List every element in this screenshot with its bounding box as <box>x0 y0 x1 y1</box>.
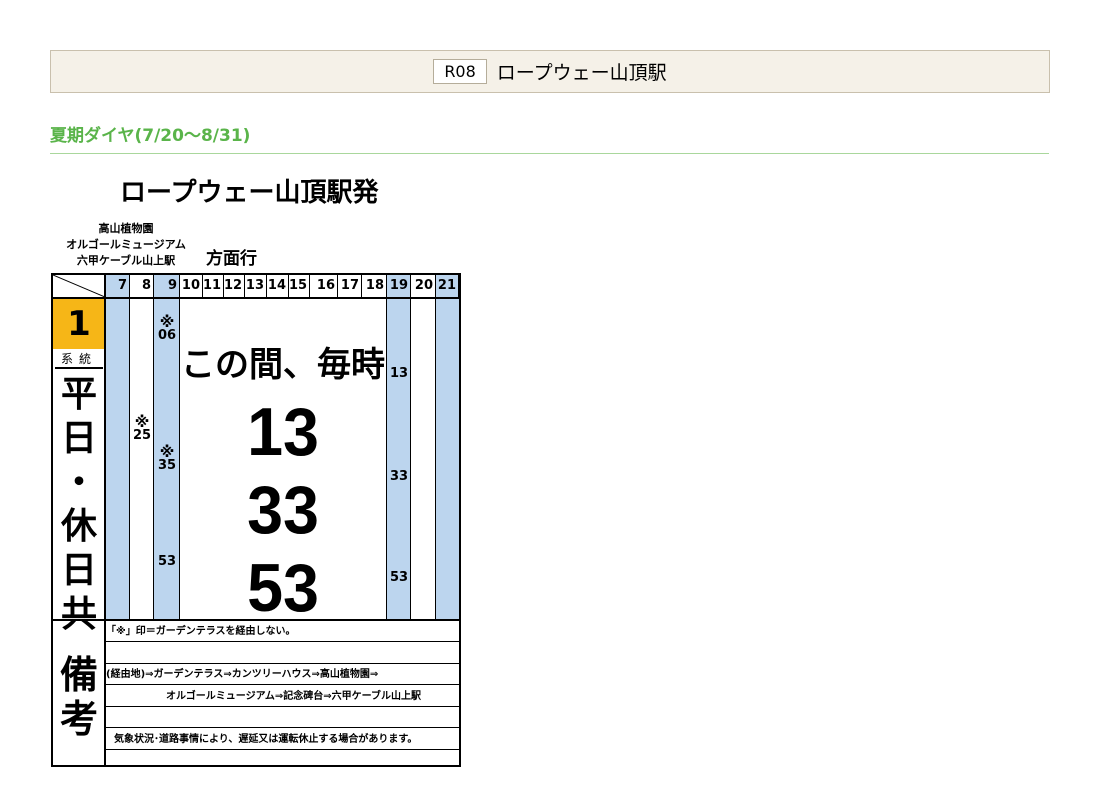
direction-suffix: 方面行 <box>206 249 257 269</box>
remark-line <box>106 643 461 664</box>
remarks-title: 備考 <box>53 621 105 767</box>
bypass-mark: ※ <box>159 443 175 461</box>
departure-minute: 53 <box>157 554 177 569</box>
hour-header-21: 21 <box>436 275 459 297</box>
hour-header-13: 13 <box>245 275 267 297</box>
via-stop: 高山植物園 <box>98 222 154 235</box>
hour-header-20: 20 <box>411 275 436 297</box>
header-corner-diagonal <box>53 275 105 297</box>
hour-header-15: 15 <box>289 275 310 297</box>
day-type-char: 平 <box>60 374 97 415</box>
remarks-title-char: 考 <box>59 697 98 741</box>
departure-19-13: 13 <box>387 367 411 381</box>
hour-header-16: 16 <box>310 275 338 297</box>
departure-19-53: 53 <box>387 571 411 585</box>
departure-19-33: 33 <box>387 470 411 484</box>
hour-header-9: 9 <box>154 275 180 297</box>
departure-9-06: ※ 06 <box>155 315 179 343</box>
highlight-column-7 <box>105 299 130 619</box>
station-header: R08 ロープウェー山頂駅 <box>50 50 1050 93</box>
hourly-minute: 13 <box>247 394 319 470</box>
remark-line: 気象状況･道路事情により、遅延又は運転休止する場合があります。 <box>106 729 461 750</box>
hourly-minute: 33 <box>247 472 319 548</box>
bypass-mark: ※ <box>134 413 150 431</box>
remark-line: オルゴールミュージアム⇒記念碑台⇒六甲ケーブル山上駅 <box>106 686 461 707</box>
hourly-minute: 53 <box>247 550 319 626</box>
day-type-label: 平日・休日共 <box>53 373 105 637</box>
column-rule-7 <box>129 297 130 619</box>
timetable-grid: 7 8 9 10 11 12 13 14 15 16 17 18 19 20 21 1 系統 平日・休日共 … <box>51 273 461 767</box>
season-heading: 夏期ダイヤ(7/20～8/31) <box>50 126 251 146</box>
hour-header-14: 14 <box>267 275 289 297</box>
via-stop: 六甲ケーブル山上駅 <box>76 254 176 267</box>
hour-header-11: 11 <box>203 275 224 297</box>
bypass-mark: ※ <box>159 313 175 331</box>
day-type-char: 日 <box>60 550 97 591</box>
hour-header-18: 18 <box>362 275 387 297</box>
day-type-char: 休 <box>60 506 97 547</box>
departure-minute: 25 <box>132 428 152 443</box>
hour-header-12: 12 <box>224 275 245 297</box>
station-name: ロープウェー山頂駅 <box>496 62 667 84</box>
day-type-char: ・ <box>60 462 97 503</box>
departure-minute: 33 <box>389 469 409 484</box>
highlight-column-21 <box>436 299 459 619</box>
remark-line <box>106 751 461 772</box>
via-stops: 高山植物園 オルゴールミュージアム 六甲ケーブル山上駅 <box>56 221 196 269</box>
hour-header-19: 19 <box>387 275 411 297</box>
departure-minute: 35 <box>157 458 177 473</box>
remark-line: 「※」印＝ガーデンテラスを経由しない。 <box>106 621 461 642</box>
day-type-char: 日 <box>60 418 97 459</box>
hour-header-8: 8 <box>130 275 154 297</box>
departure-9-35: ※ 35 <box>155 445 179 473</box>
departure-9-53: 53 <box>155 555 179 569</box>
departure-minute: 13 <box>389 366 409 381</box>
every-hour-label: この間、毎時 <box>181 345 385 385</box>
timetable-title: ロープウェー山頂駅発 <box>120 178 379 208</box>
hour-header-7: 7 <box>105 275 130 297</box>
remarks-title-char: 備 <box>59 653 98 697</box>
departure-8-25: ※ 25 <box>130 415 154 443</box>
route-label: 系統 <box>55 351 103 369</box>
hour-header-17: 17 <box>338 275 362 297</box>
route-number-badge: 1 <box>53 299 105 349</box>
remark-line: (経由地)⇒ガーデンテラス⇒カンツリーハウス⇒高山植物園⇒ <box>106 664 461 686</box>
via-stop: オルゴールミュージアム <box>66 238 186 251</box>
remark-line <box>106 707 461 729</box>
departure-minute: 53 <box>389 570 409 585</box>
departure-minute: 06 <box>157 328 177 343</box>
column-rule-9 <box>179 297 180 619</box>
header-divider <box>53 297 459 299</box>
hour-header-10: 10 <box>180 275 203 297</box>
station-code: R08 <box>433 59 487 84</box>
season-divider <box>50 153 1049 154</box>
